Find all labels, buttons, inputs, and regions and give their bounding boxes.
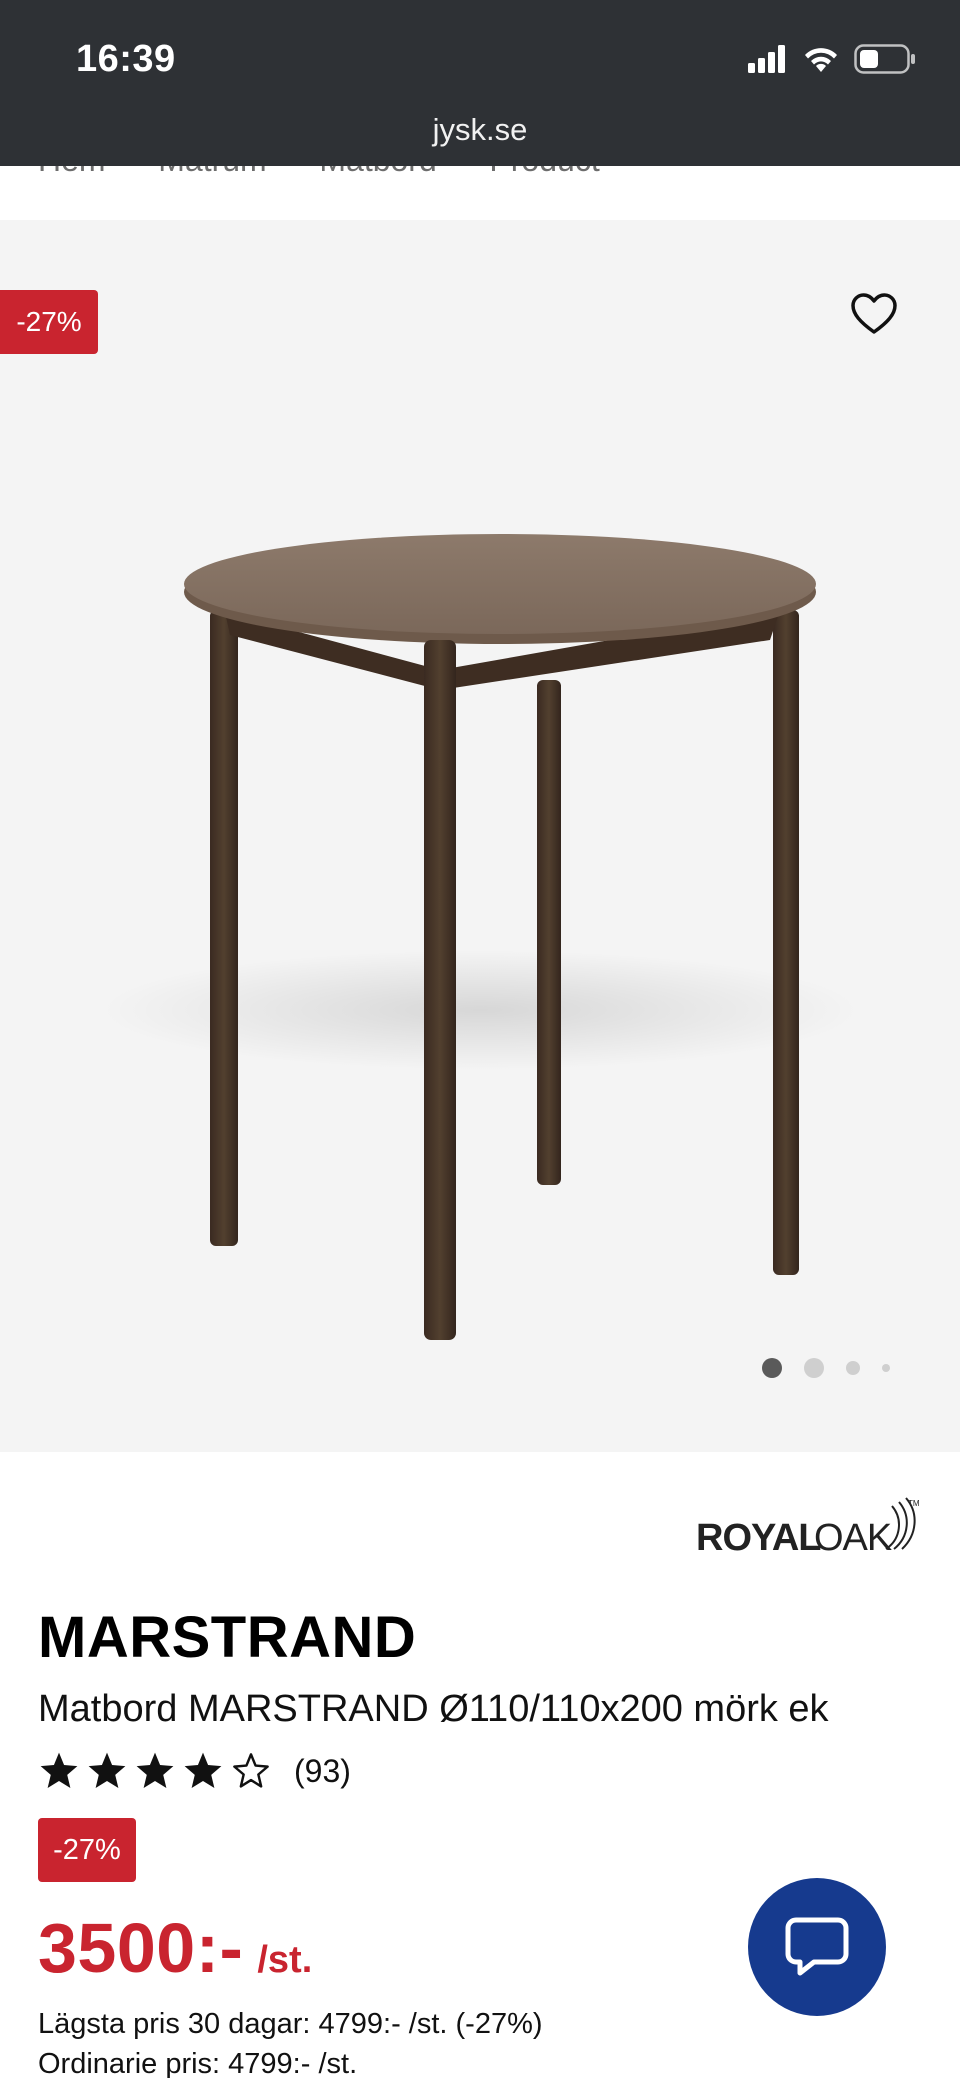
svg-text:OAK: OAK: [814, 1517, 892, 1558]
product-description: Matbord MARSTRAND Ø110/110x200 mörk ek: [38, 1688, 829, 1730]
gallery-dot[interactable]: [846, 1361, 860, 1375]
brand-logo[interactable]: ROYAL OAK TM: [696, 1494, 922, 1558]
gallery-pagination: [762, 1358, 890, 1378]
star-filled-icon: [40, 1752, 78, 1788]
url-bar[interactable]: jysk.se: [0, 112, 960, 148]
chevron-right-icon: ›: [128, 166, 137, 175]
status-icons: [748, 44, 916, 74]
star-filled-icon: [88, 1752, 126, 1788]
product-title: MARSTRAND: [38, 1605, 417, 1670]
lowest-price-info: Lägsta pris 30 dagar: 4799:- /st. (-27%): [38, 2008, 543, 2040]
chevron-right-icon: ›: [289, 166, 298, 175]
gallery-dot[interactable]: [762, 1358, 782, 1378]
price-unit: /st.: [257, 1939, 313, 1981]
regular-price-info: Ordinarie pris: 4799:- /st.: [38, 2048, 358, 2078]
rating-count[interactable]: (93): [294, 1753, 351, 1790]
breadcrumb-item-product: Product: [489, 166, 599, 179]
heart-icon[interactable]: [850, 292, 898, 336]
product-gallery[interactable]: -27%: [0, 220, 960, 1452]
status-time: 16:39: [76, 38, 176, 80]
product-price: 3500:- /st.: [38, 1908, 312, 1988]
battery-icon: [854, 44, 915, 74]
chevron-right-icon: ›: [459, 166, 468, 175]
status-bar: 16:39 jysk.se: [0, 0, 960, 166]
signal-icon: [748, 45, 785, 73]
chat-button[interactable]: [748, 1878, 886, 2016]
breadcrumb-item-matrum[interactable]: Matrum: [158, 166, 266, 179]
breadcrumb-item-hem[interactable]: Hem: [38, 166, 106, 179]
discount-badge: -27%: [0, 290, 98, 354]
chat-bubble-icon: [785, 1917, 849, 1976]
gallery-dot[interactable]: [804, 1358, 824, 1378]
product-rating[interactable]: (93): [38, 1750, 351, 1792]
svg-text:TM: TM: [908, 1499, 920, 1508]
wifi-icon: [805, 48, 837, 72]
discount-badge: -27%: [38, 1818, 136, 1882]
svg-text:ROYAL: ROYAL: [696, 1517, 821, 1558]
breadcrumb-item-matbord[interactable]: Matbord: [319, 166, 436, 179]
breadcrumb: Hem › Matrum › Matbord › Product: [38, 166, 600, 220]
gallery-dot[interactable]: [882, 1364, 890, 1372]
star-filled-icon: [136, 1752, 174, 1788]
dining-table-image[interactable]: [0, 220, 960, 1452]
star-filled-icon: [184, 1752, 222, 1788]
price-value: 3500:-: [38, 1909, 244, 1987]
star-empty-icon: [233, 1753, 269, 1788]
